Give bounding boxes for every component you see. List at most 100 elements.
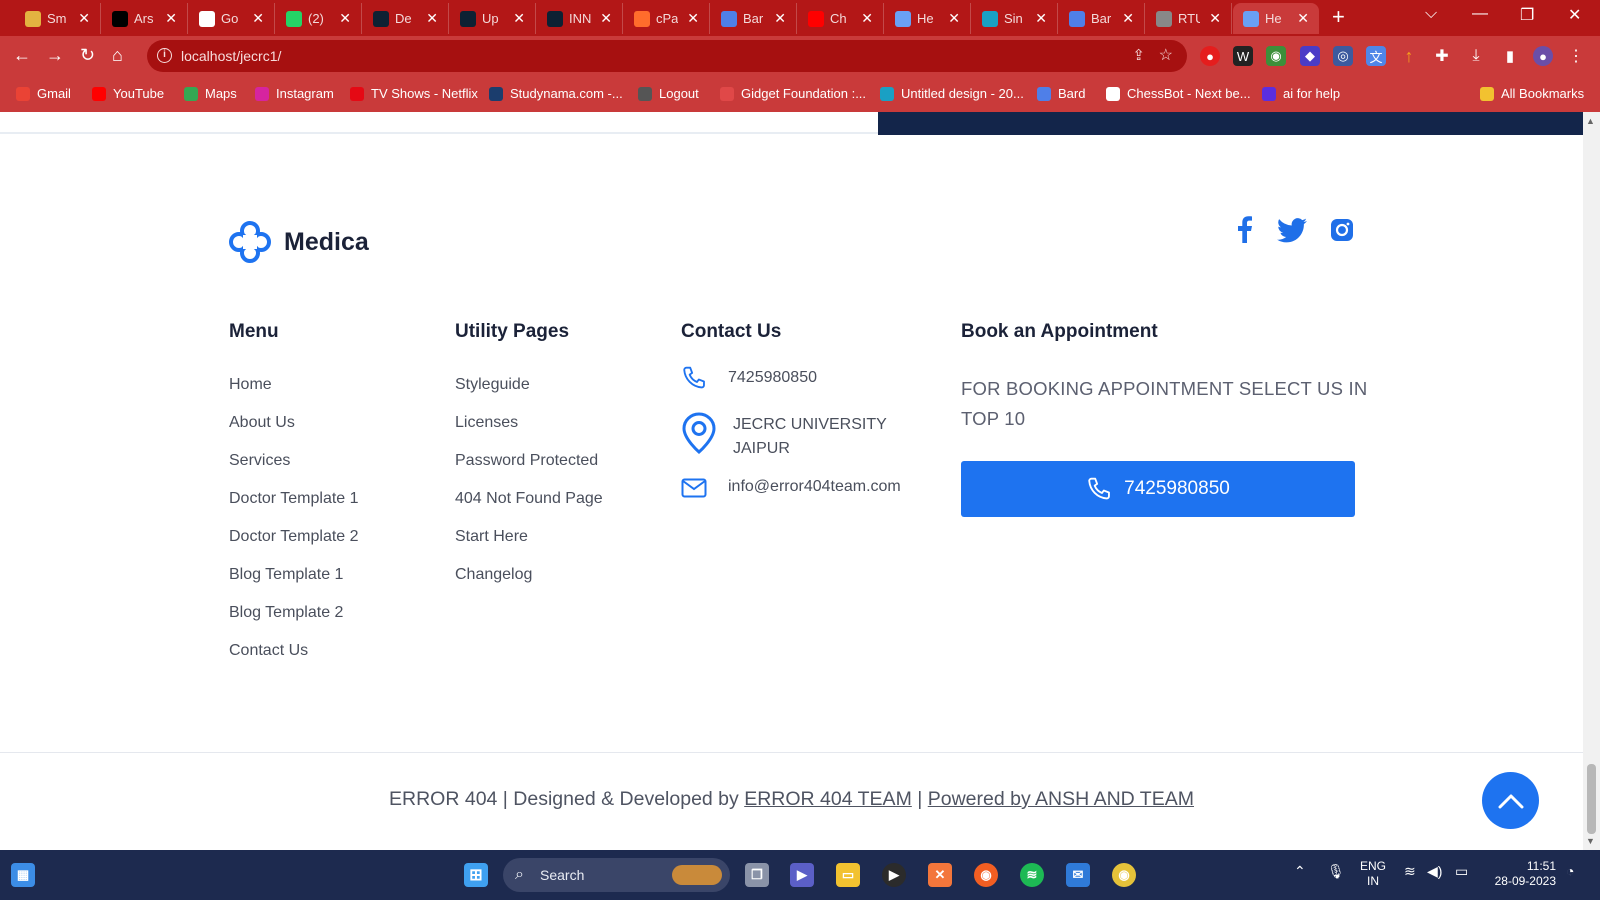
file-explorer-icon[interactable]: ▭ [836, 863, 860, 887]
bookmark-item[interactable]: Instagram [255, 86, 334, 101]
bookmark-item[interactable]: Logout [638, 86, 699, 101]
bookmark-item[interactable]: Bard [1037, 86, 1085, 101]
browser-tab[interactable]: Go ✕ [189, 3, 275, 34]
translate-icon[interactable]: 文 [1366, 46, 1386, 66]
menu-link[interactable]: Contact Us [229, 642, 308, 660]
browser-tab[interactable]: INN ✕ [537, 3, 623, 34]
battery-icon[interactable]: ▭ [1455, 864, 1468, 879]
side-panel-icon[interactable]: ▮ [1500, 46, 1520, 66]
menu-link[interactable]: About Us [229, 414, 295, 432]
instagram-icon[interactable] [1330, 218, 1354, 242]
utility-link[interactable]: Styleguide [455, 376, 530, 394]
close-tab-icon[interactable]: ✕ [948, 10, 960, 27]
close-tab-icon[interactable]: ✕ [600, 10, 612, 27]
menu-link[interactable]: Blog Template 1 [229, 566, 343, 584]
menu-link[interactable]: Blog Template 2 [229, 604, 343, 622]
language-indicator[interactable]: ENG IN [1360, 859, 1386, 889]
powered-by-link[interactable]: Powered by ANSH AND TEAM [928, 788, 1194, 810]
browser-tab[interactable]: Bar ✕ [1059, 3, 1145, 34]
microphone-icon[interactable]: 🎙 [1327, 864, 1345, 879]
contact-email[interactable]: info@error404team.com [728, 475, 901, 499]
clock[interactable]: 11:51 28-09-2023 [1488, 859, 1556, 889]
browser-tab[interactable]: cPa ✕ [624, 3, 710, 34]
close-tab-icon[interactable]: ✕ [687, 10, 699, 27]
chevron-up-icon[interactable]: ⌃ [1294, 864, 1306, 879]
contact-phone[interactable]: 7425980850 [728, 366, 817, 390]
close-tab-icon[interactable]: ✕ [1209, 10, 1221, 27]
close-tab-icon[interactable]: ✕ [426, 10, 438, 27]
browser-tab[interactable]: Sm ✕ [15, 3, 101, 34]
teams-chat-icon[interactable]: ▶ [790, 863, 814, 887]
facebook-icon[interactable] [1234, 216, 1254, 244]
extension-red-icon[interactable]: ● [1200, 46, 1220, 66]
bookmark-item[interactable]: Untitled design - 20... [880, 86, 1024, 101]
utility-link[interactable]: Licenses [455, 414, 518, 432]
close-tab-icon[interactable]: ✕ [774, 10, 786, 27]
twitter-icon[interactable] [1277, 218, 1307, 243]
share-icon[interactable]: ⇪ [1132, 40, 1145, 72]
browser-tab[interactable]: Up ✕ [450, 3, 536, 34]
bookmark-item[interactable]: Gidget Foundation :... [720, 86, 866, 101]
close-tab-icon[interactable]: ✕ [339, 10, 351, 27]
scroll-up-arrow-icon[interactable]: ▲ [1586, 116, 1595, 126]
close-tab-icon[interactable]: ✕ [513, 10, 525, 27]
extension-eye-icon[interactable]: ◎ [1333, 46, 1353, 66]
close-tab-icon[interactable]: ✕ [1122, 10, 1134, 27]
media-player-icon[interactable]: ▶ [882, 863, 906, 887]
windows-start-icon[interactable]: ⊞ [464, 863, 488, 887]
notification-icon[interactable]: ◔ [1566, 864, 1574, 879]
browser-tab[interactable]: Sin ✕ [972, 3, 1058, 34]
scroll-down-arrow-icon[interactable]: ▼ [1586, 836, 1595, 846]
call-appointment-button[interactable]: 7425980850 [961, 461, 1355, 517]
close-tab-icon[interactable]: ✕ [1035, 10, 1047, 27]
profile-avatar[interactable]: ● [1533, 46, 1553, 66]
spotify-icon[interactable]: ≋ [1020, 863, 1044, 887]
maximize-button[interactable]: ❐ [1520, 5, 1534, 25]
bookmark-item[interactable]: ai for help [1262, 86, 1340, 101]
close-tab-icon[interactable]: ✕ [1297, 10, 1309, 27]
xampp-icon[interactable]: ✕ [928, 863, 952, 887]
extension-arrow-icon[interactable]: ↑ [1399, 46, 1419, 66]
utility-link[interactable]: Changelog [455, 566, 532, 584]
task-view-icon[interactable]: ❐ [745, 863, 769, 887]
wifi-icon[interactable]: ≋ [1404, 864, 1416, 879]
taskbar-search[interactable]: ⌕ Search [503, 858, 730, 892]
forward-icon[interactable]: → [46, 44, 64, 66]
close-window-button[interactable]: ✕ [1568, 5, 1581, 25]
extension-w-icon[interactable]: W [1233, 46, 1253, 66]
close-tab-icon[interactable]: ✕ [165, 10, 177, 27]
address-bar[interactable]: i localhost/jecrc1/ ⇪ ☆ [147, 40, 1187, 72]
extensions-puzzle-icon[interactable]: ✚ [1432, 46, 1452, 66]
menu-link[interactable]: Doctor Template 1 [229, 490, 359, 508]
browser-tab[interactable]: Bar ✕ [711, 3, 797, 34]
chrome-icon[interactable]: ◉ [1112, 863, 1136, 887]
download-icon[interactable]: ⤓ [1466, 46, 1486, 66]
extension-color-icon[interactable]: ◉ [1266, 46, 1286, 66]
team-link[interactable]: ERROR 404 TEAM [744, 788, 912, 810]
scroll-to-top-button[interactable] [1482, 772, 1539, 829]
home-icon[interactable]: ⌂ [112, 44, 123, 66]
bookmark-item[interactable]: Studynama.com -... [489, 86, 623, 101]
browser-tab[interactable]: Ch ✕ [798, 3, 884, 34]
mail-app-icon[interactable]: ✉ [1066, 863, 1090, 887]
footer-logo[interactable]: Medica [228, 220, 369, 264]
browser-tab[interactable]: RTU ✕ [1146, 3, 1232, 34]
tab-search-icon[interactable]: ⌵ [1425, 5, 1437, 23]
menu-link[interactable]: Services [229, 452, 290, 470]
firefox-icon[interactable]: ◉ [974, 863, 998, 887]
scrollbar-thumb[interactable] [1587, 764, 1596, 834]
menu-link[interactable]: Home [229, 376, 272, 394]
bookmark-item[interactable]: Maps [184, 86, 237, 101]
browser-tab[interactable]: Ars ✕ [102, 3, 188, 34]
minimize-button[interactable]: — [1472, 5, 1488, 23]
widgets-icon[interactable]: ▦ [11, 863, 35, 887]
close-tab-icon[interactable]: ✕ [252, 10, 264, 27]
new-tab-button[interactable]: + [1332, 6, 1345, 28]
close-tab-icon[interactable]: ✕ [861, 10, 873, 27]
extension-badge-icon[interactable]: ◆ [1300, 46, 1320, 66]
site-info-icon[interactable]: i [157, 48, 172, 63]
utility-link[interactable]: Password Protected [455, 452, 598, 470]
reload-icon[interactable]: ↻ [80, 44, 95, 66]
browser-tab[interactable]: (2) ✕ [276, 3, 362, 34]
back-icon[interactable]: ← [13, 44, 31, 66]
